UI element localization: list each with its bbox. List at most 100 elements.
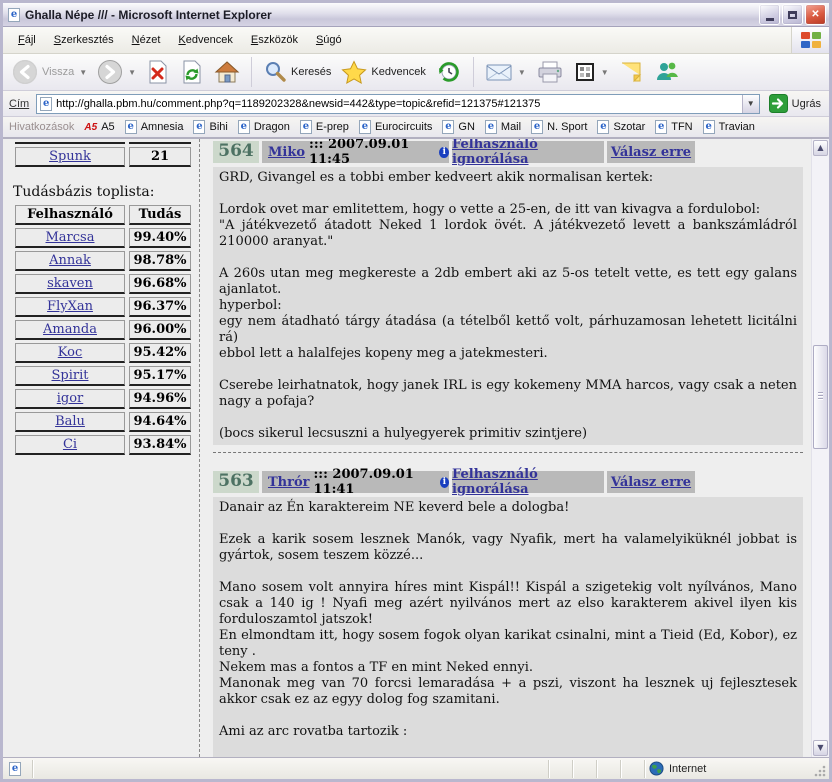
table-row: Marcsa99.40% — [15, 228, 191, 248]
address-input[interactable]: http://ghalla.pbm.hu/comment.php?q=11892… — [36, 94, 759, 114]
post-body: Danair az Én karaktereim NE keverd bele … — [213, 497, 803, 757]
menu-edit[interactable]: Szerkesztés — [45, 31, 123, 49]
refresh-button[interactable] — [177, 57, 207, 87]
info-icon[interactable]: i — [439, 147, 449, 158]
close-button[interactable]: ✕ — [805, 4, 826, 25]
links-bar-item-nsport[interactable]: N. Sport — [531, 120, 587, 134]
mail-button[interactable]: ▼ — [482, 59, 529, 85]
table-row: Koc95.42% — [15, 343, 191, 363]
ie-page-icon — [359, 120, 371, 134]
minimize-button[interactable] — [759, 4, 780, 25]
menu-file[interactable]: Fájl — [9, 31, 45, 49]
back-dropdown-icon[interactable]: ▼ — [79, 68, 87, 77]
browser-window: Ghalla Népe /// - Microsoft Internet Exp… — [0, 0, 832, 782]
menu-help[interactable]: Súgó — [307, 31, 351, 49]
ie-page-icon — [193, 120, 205, 134]
reply-link[interactable]: Válasz erre — [611, 475, 691, 490]
ie-page-icon — [9, 762, 21, 776]
address-url[interactable]: http://ghalla.pbm.hu/comment.php?q=11892… — [56, 98, 741, 110]
edit-icon — [574, 61, 596, 83]
forward-dropdown-icon[interactable]: ▼ — [128, 68, 136, 77]
user-link[interactable]: Koc — [58, 345, 82, 360]
author-link[interactable]: Thrór — [268, 475, 310, 490]
page-content: Spunk 21 Tudásbázis toplista: Felhasznál… — [3, 138, 829, 757]
resize-grip[interactable] — [813, 764, 827, 778]
ie-page-icon — [655, 120, 667, 134]
sidebar-user-link[interactable]: Spunk — [49, 149, 91, 164]
user-link[interactable]: FlyXan — [47, 299, 93, 314]
forum-post-564: 564 Miko ::: 2007.09.01 11:45 i Felhaszn… — [213, 141, 803, 453]
status-page-pane — [5, 760, 33, 778]
toplist-heading: Tudásbázis toplista: — [13, 184, 199, 200]
user-link[interactable]: Balu — [55, 414, 85, 429]
windows-flag-icon — [800, 30, 822, 50]
menu-tools[interactable]: Eszközök — [242, 31, 307, 49]
favorites-label: Kedvencek — [371, 66, 425, 78]
links-bar-item-amnesia[interactable]: Amnesia — [125, 120, 184, 134]
back-button[interactable]: Vissza ▼ — [9, 57, 90, 87]
home-button[interactable] — [211, 57, 243, 87]
table-row: igor94.96% — [15, 389, 191, 409]
edit-button[interactable]: ▼ — [571, 59, 612, 85]
address-dropdown-button[interactable]: ▼ — [742, 95, 759, 113]
ignore-user-link[interactable]: Felhasználó ignorálása — [452, 138, 604, 167]
scroll-down-button[interactable]: ▼ — [813, 740, 828, 756]
toolbar: Vissza ▼ ▼ — [3, 54, 829, 91]
links-bar-item-travian[interactable]: Travian — [703, 120, 755, 134]
search-button[interactable]: Keresés — [260, 58, 334, 86]
home-icon — [214, 59, 240, 85]
scroll-up-button[interactable]: ▲ — [813, 140, 828, 156]
ignore-user-link[interactable]: Felhasználó ignorálása — [452, 467, 604, 497]
cut-off-row — [15, 142, 191, 144]
links-bar-item-tfn[interactable]: TFN — [655, 120, 692, 134]
edit-dropdown-icon[interactable]: ▼ — [601, 68, 609, 77]
window-title: Ghalla Népe /// - Microsoft Internet Exp… — [25, 8, 757, 22]
links-bar-item-a5[interactable]: A5A5 — [84, 121, 114, 133]
post-author-cell: Miko ::: 2007.09.01 11:45 i — [262, 141, 449, 163]
info-icon[interactable]: i — [440, 477, 449, 488]
menu-favorites[interactable]: Kedvencek — [169, 31, 241, 49]
messenger-button[interactable] — [650, 58, 684, 86]
table-row: skaven96.68% — [15, 274, 191, 294]
print-button[interactable] — [533, 58, 567, 86]
scrollbar-thumb[interactable] — [813, 345, 828, 449]
post-body: GRD, Givangel es a tobbi ember kedveert … — [213, 167, 803, 445]
vertical-scrollbar[interactable]: ▲ ▼ — [811, 139, 829, 757]
status-pane — [573, 760, 597, 778]
user-link[interactable]: igor — [57, 391, 84, 406]
column-header-score: Tudás — [129, 205, 191, 225]
forward-button[interactable]: ▼ — [94, 57, 139, 87]
user-link[interactable]: Spirit — [52, 368, 89, 383]
table-row: FlyXan96.37% — [15, 297, 191, 317]
user-link[interactable]: Amanda — [43, 322, 97, 337]
history-icon — [436, 59, 462, 85]
windows-logo — [791, 27, 829, 53]
stop-button[interactable] — [143, 57, 173, 87]
status-bar: Internet — [3, 757, 829, 779]
links-bar-item-dragon[interactable]: Dragon — [238, 120, 290, 134]
user-link[interactable]: Annak — [49, 253, 91, 268]
author-link[interactable]: Miko — [268, 145, 305, 160]
user-link[interactable]: skaven — [47, 276, 93, 291]
discuss-button[interactable] — [616, 58, 646, 86]
post-meta: ::: 2007.09.01 11:41 — [314, 467, 436, 497]
ie-page-icon — [442, 120, 454, 134]
maximize-button[interactable] — [782, 4, 803, 25]
links-bar-item-mail[interactable]: Mail — [485, 120, 521, 134]
score-value: 93.84% — [129, 435, 191, 455]
history-button[interactable] — [433, 57, 465, 87]
sidebar-top-table: Spunk 21 — [11, 139, 195, 170]
menu-view[interactable]: Nézet — [123, 31, 170, 49]
links-bar-item-gn[interactable]: GN — [442, 120, 475, 134]
mail-dropdown-icon[interactable]: ▼ — [518, 68, 526, 77]
user-link[interactable]: Marcsa — [46, 230, 95, 245]
links-bar-item-szotar[interactable]: Szotar — [597, 120, 645, 134]
links-bar-item-eprep[interactable]: E-prep — [300, 120, 349, 134]
user-link[interactable]: Ci — [63, 437, 77, 452]
links-bar-item-bihi[interactable]: Bihi — [193, 120, 227, 134]
reply-link[interactable]: Válasz erre — [611, 145, 691, 160]
table-header-row: Felhasználó Tudás — [15, 205, 191, 225]
favorites-button[interactable]: Kedvencek — [338, 58, 428, 86]
links-bar-item-eurocircuits[interactable]: Eurocircuits — [359, 120, 432, 134]
go-button[interactable]: Ugrás — [765, 93, 825, 114]
